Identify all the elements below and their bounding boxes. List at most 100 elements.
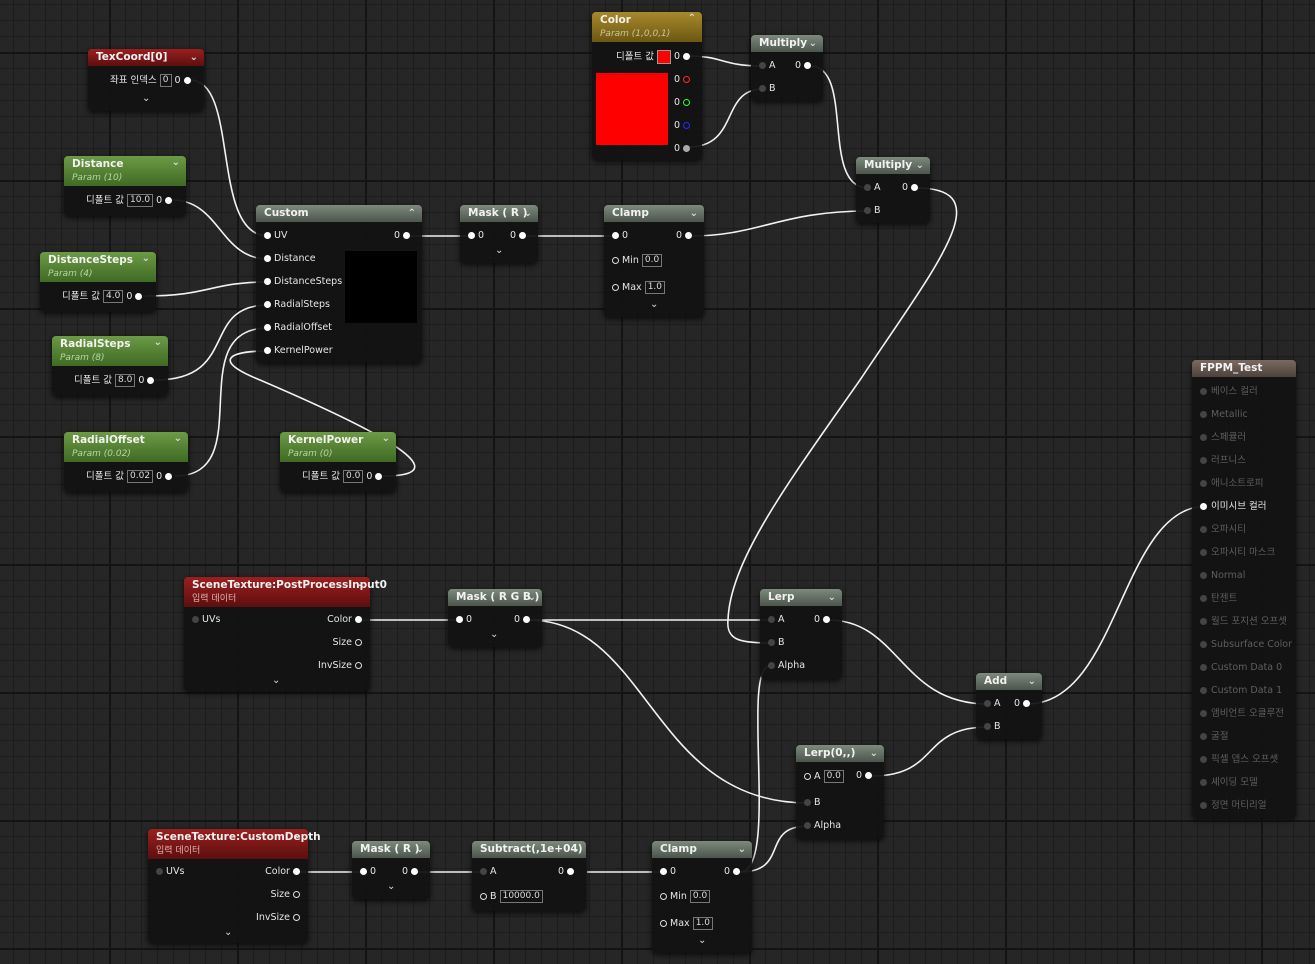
result-input-row[interactable]: 애니소트로피 (1200, 477, 1263, 491)
input-pin[interactable] (456, 616, 463, 623)
color-swatch[interactable] (657, 50, 672, 64)
input-pin[interactable] (660, 868, 667, 875)
input-row[interactable]: 0 (612, 229, 628, 243)
chevron-down-icon[interactable]: ⌄ (174, 432, 182, 446)
output-pin[interactable] (135, 293, 143, 300)
output-pin[interactable] (355, 616, 362, 623)
input-pin[interactable] (1200, 664, 1207, 671)
result-input-row[interactable]: 굴절 (1200, 730, 1228, 744)
input-pin[interactable] (480, 893, 487, 900)
input-pin[interactable] (1200, 710, 1207, 717)
default-value-field[interactable]: 8.0 (115, 374, 136, 387)
input-row[interactable]: 0 (468, 229, 484, 243)
result-input-row[interactable]: 픽셀 뎁스 오프셋 (1200, 753, 1278, 767)
chevron-down-icon[interactable]: ⌄ (690, 205, 698, 222)
input-b[interactable]: B (804, 796, 821, 810)
node-header[interactable]: Mask ( R ) ⌄ (460, 205, 538, 222)
expand-chevron-icon[interactable]: ⌄ (698, 935, 706, 946)
node-header[interactable]: RadialSteps Param (8) ⌄ (52, 336, 168, 366)
input-radialoffset[interactable]: RadialOffset (264, 321, 332, 335)
result-input-row[interactable]: Custom Data 1 (1200, 684, 1282, 698)
input-a[interactable]: A (864, 181, 881, 195)
chevron-down-icon[interactable]: ⌄ (190, 49, 198, 66)
lerp-node[interactable]: Lerp ⌄ A B Alpha 0 (760, 589, 842, 679)
output-pin[interactable] (823, 616, 831, 623)
output-pin[interactable] (567, 868, 575, 875)
min-field[interactable]: 0.0 (689, 890, 711, 903)
expand-chevron-icon[interactable]: ⌄ (387, 881, 395, 892)
output-pin[interactable] (355, 639, 362, 646)
output-pin[interactable] (165, 473, 173, 480)
chevron-down-icon[interactable]: ⌄ (416, 841, 424, 858)
chevron-down-icon[interactable]: ⌄ (382, 432, 390, 446)
input-pin[interactable] (1200, 641, 1207, 648)
output-pin[interactable] (293, 914, 300, 921)
input-b[interactable]: B (759, 82, 776, 96)
node-header[interactable]: Lerp ⌄ (760, 589, 842, 606)
input-pin[interactable] (660, 920, 667, 927)
a-value-field[interactable]: 0.0 (823, 770, 844, 783)
input-pin[interactable] (1200, 388, 1207, 395)
result-input-row[interactable]: 탄젠트 (1200, 592, 1237, 606)
input-pin[interactable] (1200, 526, 1207, 533)
output-pin-green[interactable] (683, 99, 691, 106)
input-pin[interactable] (1200, 756, 1207, 763)
input-uvs[interactable]: UVs (156, 865, 184, 879)
node-header[interactable]: RadialOffset Param (0.02) ⌄ (64, 432, 188, 462)
radialsteps-param-node[interactable]: RadialSteps Param (8) ⌄ 디폴트 값 8.0 0 (52, 336, 168, 396)
material-result-node[interactable]: FPPM_Test 베이스 컬러 Metallic 스페큘러 러프니스 애니소트로피 이미… (1192, 360, 1296, 818)
input-a[interactable]: A (480, 865, 497, 879)
expand-chevron-icon[interactable]: ⌄ (224, 927, 232, 938)
input-pin[interactable] (984, 723, 991, 730)
node-header[interactable]: Custom ⌃ (256, 205, 422, 222)
node-header[interactable]: SceneTexture:PostProcessInput0 입력 데이터 ⌄ (184, 577, 387, 607)
input-row[interactable]: 0 (360, 865, 376, 879)
node-header[interactable]: KernelPower Param (0) ⌄ (280, 432, 396, 462)
chevron-down-icon[interactable]: ⌄ (1028, 673, 1036, 690)
input-pin[interactable] (804, 773, 811, 780)
distance-param-node[interactable]: Distance Param (10) ⌄ 디폴트 값 10.0 0 (64, 156, 186, 216)
output-pin[interactable] (375, 473, 383, 480)
chevron-down-icon[interactable]: ⌄ (809, 35, 817, 52)
input-pin[interactable] (480, 868, 487, 875)
node-header[interactable]: Subtract(,1e+04) ⌄ (472, 841, 586, 858)
chevron-down-icon[interactable]: ⌄ (356, 577, 364, 591)
node-header[interactable]: FPPM_Test (1192, 360, 1296, 377)
output-pin-alpha[interactable] (683, 145, 691, 152)
input-pin[interactable] (759, 85, 766, 92)
default-value-field[interactable]: 10.0 (127, 194, 154, 207)
expand-chevron-icon[interactable]: ⌄ (650, 299, 658, 310)
input-pin[interactable] (984, 700, 991, 707)
input-alpha[interactable]: Alpha (768, 659, 805, 673)
input-pin[interactable] (468, 232, 475, 239)
default-value-field[interactable]: 0.0 (343, 470, 364, 483)
result-input-row[interactable]: 이미시브 컬러 (1200, 500, 1266, 514)
result-input-row[interactable]: 스페큘러 (1200, 431, 1246, 445)
input-pin[interactable] (1200, 618, 1207, 625)
chevron-down-icon[interactable]: ⌄ (524, 205, 532, 222)
input-pin[interactable] (612, 284, 619, 291)
chevron-down-icon[interactable]: ⌄ (142, 252, 150, 266)
output-pin[interactable] (183, 77, 191, 84)
expand-chevron-icon[interactable]: ⌄ (495, 245, 503, 256)
mask-rgb-node[interactable]: Mask ( R G B ) ⌄ 0 0 ⌄ (448, 589, 542, 647)
custom-node[interactable]: Custom ⌃ UV Distance DistanceSteps Radial… (256, 205, 422, 363)
input-pin[interactable] (1200, 411, 1207, 418)
multiply-node[interactable]: Multiply ⌄ A B 0 (856, 157, 930, 223)
input-pin[interactable] (264, 347, 271, 354)
output-pin[interactable] (355, 662, 362, 669)
input-pin[interactable] (1200, 434, 1207, 441)
input-pin[interactable] (1200, 549, 1207, 556)
result-input-row[interactable]: 월드 포지션 오프셋 (1200, 615, 1287, 629)
node-header[interactable]: Lerp(0,,) ⌄ (796, 745, 884, 762)
max-field[interactable]: 1.0 (644, 281, 666, 294)
node-header[interactable]: TexCoord[0] ⌄ (88, 49, 204, 66)
chevron-up-icon[interactable]: ⌃ (688, 12, 696, 26)
input-pin[interactable] (156, 868, 163, 875)
input-pin[interactable] (612, 257, 619, 264)
input-a[interactable]: A (984, 697, 1001, 711)
output-pin[interactable] (519, 232, 527, 239)
input-pin[interactable] (264, 324, 271, 331)
output-pin-red[interactable] (683, 76, 691, 83)
input-distance[interactable]: Distance (264, 252, 316, 266)
